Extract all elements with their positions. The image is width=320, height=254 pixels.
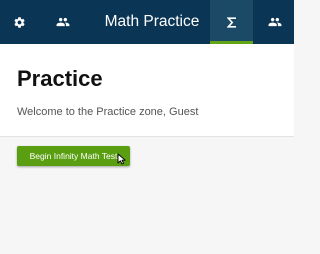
sigma-icon bbox=[226, 16, 236, 28]
mouse-cursor-icon bbox=[117, 153, 126, 165]
gear-icon bbox=[13, 16, 25, 28]
users-button[interactable] bbox=[44, 0, 82, 44]
users-button-right[interactable] bbox=[256, 0, 294, 44]
begin-infinity-math-test-button[interactable]: Begin Infinity Math Test bbox=[17, 146, 130, 166]
settings-button[interactable] bbox=[0, 0, 38, 44]
app-window: Math Practice Practice Welcome to the Pr… bbox=[0, 0, 294, 254]
page-title: Practice bbox=[17, 66, 103, 91]
top-navigation-bar: Math Practice bbox=[0, 0, 294, 44]
app-title: Math Practice bbox=[104, 13, 200, 30]
people-icon bbox=[268, 17, 282, 27]
math-practice-tab[interactable] bbox=[210, 0, 253, 44]
page-header: Practice Welcome to the Practice zone, G… bbox=[0, 44, 294, 137]
people-icon bbox=[56, 17, 70, 27]
welcome-message: Welcome to the Practice zone, Guest bbox=[17, 106, 199, 118]
